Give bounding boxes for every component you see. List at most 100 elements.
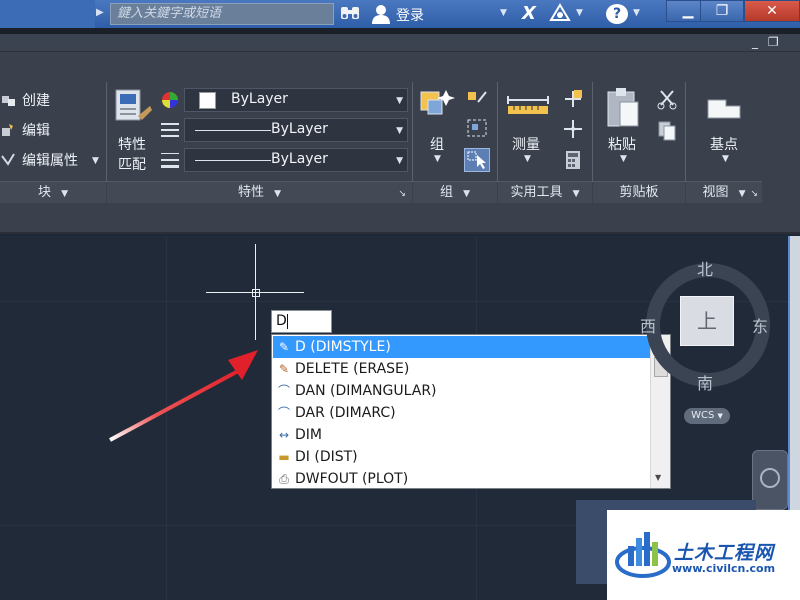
paste-icon[interactable] — [604, 86, 642, 130]
maximize-button[interactable]: ❐ — [700, 0, 744, 22]
login-link[interactable]: 登录 — [396, 5, 424, 24]
properties-panel-title[interactable]: 特性 ▼ ↘ — [107, 181, 412, 203]
lineweight-preview — [195, 160, 271, 161]
basepoint-button[interactable]: 基点 — [710, 134, 738, 154]
properties-dialog-launcher-icon[interactable]: ↘ — [398, 183, 406, 205]
exchange-apps-icon[interactable]: X — [518, 3, 540, 25]
match-properties-icon[interactable] — [114, 86, 152, 132]
block-panel-title[interactable]: 块 ▼ — [0, 181, 106, 203]
a360-dropdown-icon[interactable]: ▼ — [576, 8, 583, 18]
erase-icon: ✎ — [278, 362, 290, 376]
autocomplete-item[interactable]: ⎙ DWFOUT (PLOT) — [273, 468, 651, 490]
edit-block-button[interactable]: 编辑 — [22, 120, 50, 140]
basepoint-icon[interactable] — [706, 94, 742, 120]
properties-panel-title-text: 特性 — [237, 185, 264, 200]
steering-wheel-icon[interactable] — [760, 468, 780, 488]
autocomplete-item-label: DIM — [295, 427, 322, 443]
help-icon[interactable]: ? — [606, 4, 628, 24]
viewcube-top-face[interactable]: 上 — [680, 296, 734, 346]
ribbon-tab-bar — [0, 34, 800, 52]
wcs-dropdown-icon: ▼ — [717, 412, 723, 420]
edit-block-icon — [0, 122, 18, 142]
help-dropdown-icon[interactable]: ▼ — [633, 8, 640, 18]
text-caret — [286, 313, 288, 329]
view-panel-title-text: 视图 — [702, 185, 729, 200]
dim-icon: ↔ — [278, 428, 290, 442]
separator — [685, 82, 686, 182]
quick-select-icon[interactable] — [562, 88, 584, 110]
separator — [106, 82, 107, 182]
group-button[interactable]: 组 — [430, 134, 444, 154]
compass-north[interactable]: 北 — [697, 256, 713, 280]
compass-west[interactable]: 西 — [640, 313, 656, 337]
separator — [412, 82, 413, 182]
linetype-dropdown-icon[interactable]: ▼ — [396, 126, 403, 136]
calculator-icon[interactable] — [564, 150, 582, 170]
color-dropdown-icon[interactable]: ▼ — [396, 96, 403, 106]
group-selection-toggle[interactable] — [464, 148, 490, 172]
lineweight-dropdown-icon[interactable]: ▼ — [396, 156, 403, 166]
view-panel-dropdown-icon[interactable]: ▼ — [739, 189, 746, 199]
group-panel-title[interactable]: 组 ▼ — [413, 181, 497, 203]
autocomplete-item[interactable]: ▬ DI (DIST) — [273, 446, 651, 468]
ungroup-icon[interactable] — [466, 88, 488, 108]
lineweight-icon — [160, 150, 180, 170]
group-icon[interactable] — [418, 86, 458, 122]
scroll-down-icon[interactable]: ▼ — [655, 473, 661, 482]
basepoint-dropdown-icon[interactable]: ▼ — [722, 154, 729, 164]
id-point-icon[interactable] — [562, 118, 584, 140]
login-dropdown-icon[interactable]: ▼ — [500, 8, 507, 18]
cut-icon[interactable] — [656, 88, 678, 110]
command-input[interactable]: D — [271, 310, 332, 333]
linetype-value: ByLayer — [271, 121, 328, 137]
search-input[interactable]: 鍵入关鍵字或短语 — [110, 3, 334, 25]
measure-dropdown-icon[interactable]: ▼ — [524, 154, 531, 164]
paste-button[interactable]: 粘贴 — [608, 134, 636, 154]
expand-arrow-icon[interactable]: ▶ — [96, 7, 108, 21]
binoculars-icon[interactable] — [338, 4, 362, 24]
lineweight-value: ByLayer — [271, 151, 328, 167]
close-button[interactable]: ✕ — [744, 0, 800, 22]
user-icon[interactable] — [370, 4, 392, 24]
wcs-label: WCS — [691, 410, 715, 421]
group-dropdown-icon[interactable]: ▼ — [434, 154, 441, 164]
edit-attributes-button[interactable]: 编辑属性 — [22, 150, 78, 170]
autocomplete-item-label: DI (DIST) — [295, 449, 358, 465]
view-panel-title[interactable]: 视图 ▼ ↘ — [686, 181, 762, 203]
autocomplete-item[interactable]: ✎ DELETE (ERASE) — [273, 358, 651, 380]
utilities-panel-dropdown-icon[interactable]: ▼ — [573, 189, 580, 199]
color-wheel-icon — [160, 90, 180, 110]
utilities-panel-title[interactable]: 实用工具 ▼ — [498, 181, 592, 203]
red-arrow-annotation — [109, 350, 258, 442]
compass-east[interactable]: 东 — [752, 313, 768, 337]
group-panel-dropdown-icon[interactable]: ▼ — [463, 189, 470, 199]
dimstyle-icon: ✎ — [278, 340, 290, 354]
autocomplete-item[interactable]: ⌒ DAR (DIMARC) — [273, 402, 651, 424]
separator — [497, 82, 498, 182]
color-swatch — [199, 92, 216, 109]
view-dialog-launcher-icon[interactable]: ↘ — [750, 183, 758, 205]
autocomplete-item[interactable]: ⌒ DAN (DIMANGULAR) — [273, 380, 651, 402]
autocomplete-item[interactable]: ↔ DIM — [273, 424, 651, 446]
autocomplete-item[interactable]: ✎ D (DIMSTYLE) — [273, 336, 651, 358]
edit-attributes-dropdown-icon[interactable]: ▼ — [92, 156, 99, 166]
copy-icon[interactable] — [656, 120, 678, 142]
compass-south[interactable]: 南 — [697, 370, 713, 394]
wcs-menu-button[interactable]: WCS ▼ — [684, 408, 730, 424]
plot-icon: ⎙ — [279, 472, 289, 486]
measure-icon[interactable] — [506, 94, 550, 120]
utilities-panel-title-text: 实用工具 — [510, 185, 563, 200]
match-properties-label-1[interactable]: 特性 — [118, 134, 146, 154]
a360-icon[interactable] — [548, 3, 572, 25]
properties-panel-dropdown-icon[interactable]: ▼ — [274, 189, 281, 199]
create-block-button[interactable]: 创建 — [22, 90, 50, 110]
block-panel-dropdown-icon[interactable]: ▼ — [61, 189, 68, 199]
lineweight-select[interactable]: ByLayer ▼ — [184, 148, 408, 172]
color-select[interactable]: ByLayer ▼ — [184, 88, 408, 112]
watermark-logo — [615, 532, 671, 578]
measure-button[interactable]: 测量 — [512, 134, 540, 154]
group-edit-icon[interactable] — [466, 118, 488, 138]
match-properties-label-2[interactable]: 匹配 — [118, 154, 146, 174]
paste-dropdown-icon[interactable]: ▼ — [620, 154, 627, 164]
linetype-select[interactable]: ByLayer ▼ — [184, 118, 408, 142]
